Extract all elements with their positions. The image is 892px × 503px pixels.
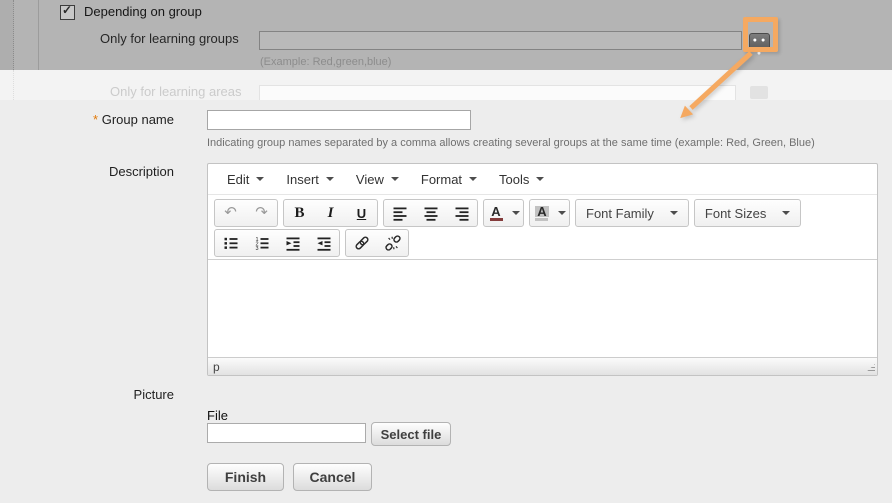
cancel-button[interactable]: Cancel bbox=[293, 463, 372, 491]
redo-button[interactable]: ↷ bbox=[246, 200, 277, 226]
choose-areas-button-faded bbox=[750, 86, 768, 99]
menu-tools[interactable]: Tools bbox=[488, 168, 555, 191]
finish-button[interactable]: Finish bbox=[207, 463, 284, 491]
file-label: File bbox=[207, 408, 228, 423]
indent-icon bbox=[285, 235, 301, 251]
insert-link-button[interactable] bbox=[346, 230, 377, 256]
outdent-button[interactable] bbox=[308, 230, 339, 256]
panel-edge-handle bbox=[0, 0, 14, 70]
chevron-down-icon bbox=[469, 177, 477, 181]
editor-toolbar: ↶ ↷ B I U bbox=[208, 195, 877, 260]
bold-button[interactable]: B bbox=[284, 200, 315, 226]
chevron-down-icon bbox=[326, 177, 334, 181]
chevron-down-icon bbox=[536, 177, 544, 181]
learning-areas-label: Only for learning areas bbox=[110, 84, 242, 99]
chevron-down-icon bbox=[512, 211, 520, 215]
resize-handle-icon[interactable] bbox=[865, 364, 875, 373]
remove-link-button[interactable] bbox=[377, 230, 408, 256]
learning-areas-input-faded bbox=[259, 85, 736, 100]
bold-icon: B bbox=[294, 205, 304, 222]
chevron-down-icon bbox=[782, 211, 790, 215]
background-color-icon: A bbox=[535, 206, 548, 221]
numbered-list-button[interactable]: 123 bbox=[246, 230, 277, 256]
description-editor: Edit Insert View Format Tools ↶ ↷ B I U bbox=[207, 163, 878, 376]
background-color-menu-button[interactable] bbox=[554, 200, 569, 226]
required-asterisk: * bbox=[93, 112, 98, 127]
font-family-dropdown[interactable]: Font Family bbox=[576, 200, 688, 226]
unlink-icon bbox=[385, 235, 401, 251]
text-color-menu-button[interactable] bbox=[508, 200, 523, 226]
depending-on-group-label: Depending on group bbox=[84, 4, 202, 19]
select-file-button[interactable]: Select file bbox=[371, 422, 451, 446]
file-input[interactable] bbox=[207, 423, 366, 443]
bullet-list-icon bbox=[223, 235, 239, 251]
menu-view[interactable]: View bbox=[345, 168, 410, 191]
menu-insert[interactable]: Insert bbox=[275, 168, 345, 191]
underline-button[interactable]: U bbox=[346, 200, 377, 226]
faded-form-strip: Only for learning areas bbox=[0, 70, 892, 100]
font-sizes-dropdown[interactable]: Font Sizes bbox=[695, 200, 800, 226]
redo-icon: ↷ bbox=[255, 205, 268, 221]
align-left-button[interactable] bbox=[384, 200, 415, 226]
chevron-down-icon bbox=[391, 177, 399, 181]
editor-content-area[interactable] bbox=[208, 260, 877, 357]
underline-icon: U bbox=[357, 206, 366, 221]
group-name-hint: Indicating group names separated by a co… bbox=[207, 137, 815, 149]
screen: ✓ Depending on group Only for learning g… bbox=[0, 0, 892, 503]
menu-edit[interactable]: Edit bbox=[216, 168, 275, 191]
panel-edge-handle-faded bbox=[0, 70, 14, 100]
bullet-list-button[interactable] bbox=[215, 230, 246, 256]
background-color-button[interactable]: A bbox=[530, 200, 554, 226]
italic-icon: I bbox=[328, 205, 334, 222]
align-right-button[interactable] bbox=[446, 200, 477, 226]
text-color-button[interactable]: A bbox=[484, 200, 508, 226]
picture-label: Picture bbox=[0, 387, 174, 402]
menu-format[interactable]: Format bbox=[410, 168, 488, 191]
editor-statusbar: p bbox=[208, 357, 877, 375]
panel-divider bbox=[38, 0, 39, 70]
checkmark-icon: ✓ bbox=[62, 3, 72, 17]
editor-menubar: Edit Insert View Format Tools bbox=[208, 164, 877, 195]
outdent-icon bbox=[316, 235, 332, 251]
italic-button[interactable]: I bbox=[315, 200, 346, 226]
align-center-icon bbox=[423, 205, 439, 221]
link-icon bbox=[354, 235, 370, 251]
chevron-down-icon bbox=[558, 211, 566, 215]
svg-text:3: 3 bbox=[255, 246, 258, 251]
depending-on-group-checkbox[interactable]: ✓ bbox=[60, 5, 75, 20]
indent-button[interactable] bbox=[277, 230, 308, 256]
example-hint: (Example: Red,green,blue) bbox=[260, 56, 391, 68]
text-color-icon: A bbox=[490, 206, 503, 221]
chevron-down-icon bbox=[256, 177, 264, 181]
group-name-input[interactable] bbox=[207, 110, 471, 130]
description-label: Description bbox=[0, 164, 174, 179]
align-center-button[interactable] bbox=[415, 200, 446, 226]
undo-icon: ↶ bbox=[224, 205, 237, 221]
chevron-down-icon bbox=[670, 211, 678, 215]
numbered-list-icon: 123 bbox=[254, 235, 270, 251]
align-right-icon bbox=[454, 205, 470, 221]
undo-button[interactable]: ↶ bbox=[215, 200, 246, 226]
group-name-label: * Group name bbox=[0, 112, 174, 127]
align-left-icon bbox=[392, 205, 408, 221]
element-path: p bbox=[213, 360, 220, 374]
learning-groups-label: Only for learning groups bbox=[100, 31, 239, 46]
annotation-highlight-box bbox=[743, 17, 778, 52]
learning-groups-input[interactable] bbox=[259, 31, 742, 50]
